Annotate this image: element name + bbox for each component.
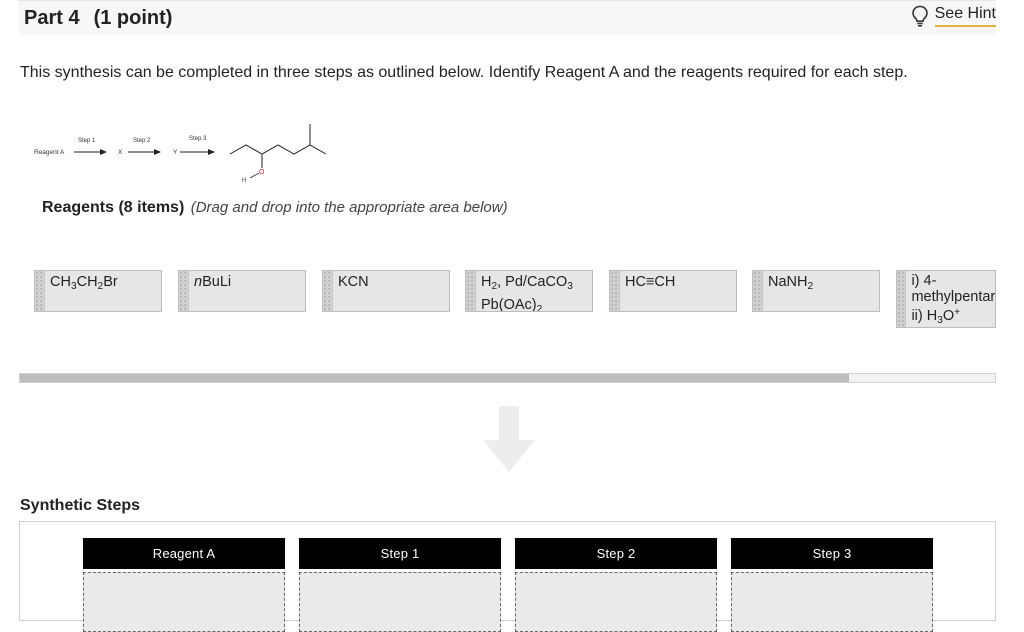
reagent-label: nBuLi xyxy=(194,274,232,290)
reagent-tile-acetylene[interactable]: HC≡CH xyxy=(609,270,737,312)
reagent-label: i) 4- methylpentar ii) H3O+ xyxy=(911,273,995,326)
drag-handle[interactable] xyxy=(466,271,476,311)
scheme-start-label: Reagent A xyxy=(34,149,65,156)
part-header: Part 4 (1 point) See Hint xyxy=(18,0,996,35)
reagent-tile-nanh2[interactable]: NaNH2 xyxy=(752,270,880,312)
part-title: Part 4 (1 point) xyxy=(24,7,172,30)
drop-zone-step-1[interactable] xyxy=(299,572,501,632)
lightbulb-icon xyxy=(911,5,928,27)
reagent-tile-methylpentanal[interactable]: i) 4- methylpentar ii) H3O+ xyxy=(896,270,996,328)
scheme-intermediate-x: X xyxy=(118,149,123,156)
reagent-label: CH3CH2Br xyxy=(50,274,118,292)
reagents-scrollbar[interactable] xyxy=(19,373,996,383)
reagent-tile-ch3ch2br[interactable]: CH3CH2Br xyxy=(34,270,162,312)
drag-handle[interactable] xyxy=(753,271,763,311)
product-oxygen-atom: O xyxy=(259,169,265,176)
drag-handle[interactable] xyxy=(323,271,333,311)
part-number: Part 4 xyxy=(24,7,80,29)
scrollbar-thumb[interactable] xyxy=(20,374,849,382)
drag-handle[interactable] xyxy=(35,271,45,311)
step-header: Step 1 xyxy=(299,538,501,569)
product-skeleton xyxy=(229,144,327,155)
drag-handle[interactable] xyxy=(897,271,907,327)
scheme-step2-label: Step 2 xyxy=(133,138,151,144)
see-hint-button[interactable]: See Hint xyxy=(911,5,996,27)
scheme-step3-label: Step 3 xyxy=(189,136,207,142)
drag-handle[interactable] xyxy=(179,271,189,311)
reagent-label: KCN xyxy=(338,274,369,290)
question-prompt: This synthesis can be completed in three… xyxy=(20,64,908,81)
step-header: Step 3 xyxy=(731,538,933,569)
scheme-arrowhead-2 xyxy=(154,149,161,155)
product-hydrogen-atom: H xyxy=(242,178,246,184)
see-hint-label[interactable]: See Hint xyxy=(934,5,996,27)
step-column-step-1: Step 1 xyxy=(299,538,501,632)
reagent-tile-lindlar[interactable]: H2, Pd/CaCO3 Pb(OAc)2 xyxy=(465,270,593,312)
drag-handle[interactable] xyxy=(610,271,620,311)
reagent-label: HC≡CH xyxy=(625,274,676,290)
reagent-tile-nbuli[interactable]: nBuLi xyxy=(178,270,306,312)
scheme-step1-label: Step 1 xyxy=(78,138,96,144)
reagents-instruction: (Drag and drop into the appropriate area… xyxy=(190,199,508,216)
reagents-heading: Reagents (8 items) (Drag and drop into t… xyxy=(42,199,508,217)
reaction-scheme: Reagent A Step 1 X Step 2 Y Step 3 O H xyxy=(34,124,327,184)
step-column-step-2: Step 2 xyxy=(515,538,717,632)
step-column-reagent-a: Reagent A xyxy=(83,538,285,632)
reagent-tile-kcn[interactable]: KCN xyxy=(322,270,450,312)
step-header: Step 2 xyxy=(515,538,717,569)
part-points: (1 point) xyxy=(93,7,173,29)
drop-zone-step-3[interactable] xyxy=(731,572,933,632)
reagent-label: NaNH2 xyxy=(768,274,814,292)
product-oh-h-bond xyxy=(249,172,260,179)
scheme-arrowhead-3 xyxy=(208,149,215,155)
scheme-arrowhead-1 xyxy=(100,149,107,155)
drop-zone-step-2[interactable] xyxy=(515,572,717,632)
reagents-title: Reagents (8 items) xyxy=(42,199,185,216)
step-column-step-3: Step 3 xyxy=(731,538,933,632)
drop-zone-reagent-a[interactable] xyxy=(83,572,285,632)
reagent-label: H2, Pd/CaCO3 Pb(OAc)2 xyxy=(481,274,573,311)
step-header: Reagent A xyxy=(83,538,285,569)
down-arrow-icon xyxy=(483,406,535,472)
synthetic-steps-title: Synthetic Steps xyxy=(20,497,141,514)
scheme-intermediate-y: Y xyxy=(173,149,178,156)
